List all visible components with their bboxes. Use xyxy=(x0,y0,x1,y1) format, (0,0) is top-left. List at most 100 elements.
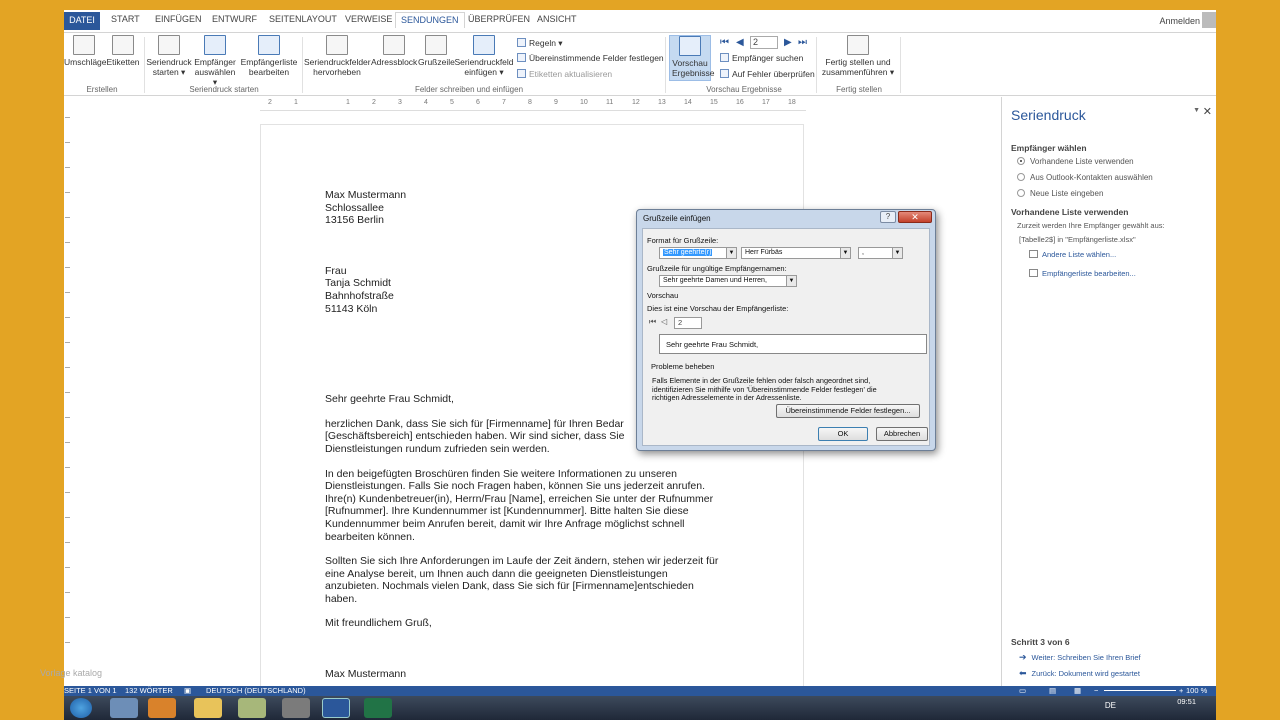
labels-button[interactable]: Etiketten xyxy=(106,35,140,67)
web-layout-icon[interactable]: ▦ xyxy=(1074,686,1081,695)
next-record-icon[interactable]: ▶ xyxy=(784,37,792,48)
edit-list-label-2: bearbeiten xyxy=(248,67,290,77)
tab-review[interactable]: ÜBERPRÜFEN xyxy=(468,14,530,24)
list-icon xyxy=(1029,250,1038,258)
radio-existing-list[interactable]: Vorhandene Liste verwenden xyxy=(1017,157,1134,166)
insert-merge-field-button[interactable]: Seriendruckfeld einfügen ▾ xyxy=(454,35,514,77)
folder-icon[interactable] xyxy=(194,698,222,718)
pane-close-icon[interactable]: ✕ xyxy=(1203,105,1212,118)
clock[interactable]: 09:51 xyxy=(1177,697,1196,706)
ruler-mark xyxy=(65,617,70,618)
dialog-close-button[interactable]: ✕ xyxy=(898,211,932,223)
tab-design[interactable]: ENTWURF xyxy=(212,14,257,24)
choose-other-list-link[interactable]: Andere Liste wählen... xyxy=(1029,250,1116,259)
ruler-mark xyxy=(65,467,70,468)
current-source-file: [Tabelle2$] in "Empfängerliste.xlsx" xyxy=(1019,235,1136,244)
previous-step-label: Zurück: Dokument wird gestartet xyxy=(1031,669,1140,678)
punctuation-select[interactable]: , ▼ xyxy=(858,247,903,259)
find-recipient-button[interactable]: Empfänger suchen xyxy=(720,53,803,63)
ruler-tick: 11 xyxy=(606,99,614,106)
update-labels-label: Etiketten aktualisieren xyxy=(529,69,613,79)
ruler-mark xyxy=(65,117,70,118)
update-labels-icon xyxy=(517,69,526,78)
page-count[interactable]: SEITE 1 VON 1 xyxy=(64,686,117,695)
tab-start[interactable]: START xyxy=(111,14,140,24)
preview-record-input[interactable]: 2 xyxy=(674,317,702,329)
app-icon[interactable] xyxy=(282,698,310,718)
greeting-line-button[interactable]: Grußzeile xyxy=(418,35,455,67)
match-fields-icon xyxy=(517,53,526,62)
radio-outlook-contacts[interactable]: Aus Outlook-Kontakten auswählen xyxy=(1017,173,1153,182)
match-fields-dialog-button[interactable]: Übereinstimmende Felder festlegen... xyxy=(776,404,920,418)
envelopes-label: Umschläge xyxy=(64,57,107,67)
edit-recipient-list-link[interactable]: Empfängerliste bearbeiten... xyxy=(1029,269,1136,278)
ruler-mark xyxy=(65,292,70,293)
read-mode-icon[interactable]: ▭ xyxy=(1019,686,1026,695)
first-record-icon[interactable]: ⏮ xyxy=(649,317,656,327)
tab-references[interactable]: VERWEISE xyxy=(345,14,392,24)
start-button-icon[interactable] xyxy=(70,698,92,718)
zoom-in-icon[interactable]: + xyxy=(1179,686,1183,695)
next-step-link[interactable]: ➔ Weiter: Schreiben Sie Ihren Brief xyxy=(1019,652,1141,663)
radio-new-label: Neue Liste eingeben xyxy=(1030,189,1104,198)
login-link[interactable]: Anmelden xyxy=(1159,16,1200,26)
start-merge-label-2: starten ▾ xyxy=(152,67,186,77)
record-number-input[interactable]: 2 xyxy=(750,36,778,49)
previous-step-link[interactable]: ⬅ Zurück: Dokument wird gestartet xyxy=(1019,668,1140,679)
divider xyxy=(302,37,303,93)
explorer-icon[interactable] xyxy=(110,698,138,718)
input-language[interactable]: DE xyxy=(1105,701,1116,710)
print-layout-icon[interactable]: ▤ xyxy=(1049,686,1056,695)
previous-record-icon[interactable]: ◀ xyxy=(736,37,744,48)
preview-results-button[interactable]: Vorschau Ergebnisse xyxy=(669,35,715,81)
tab-mailings[interactable]: SENDUNGEN xyxy=(395,12,465,28)
group-start-label: Seriendruck starten xyxy=(189,85,259,94)
address-block-button[interactable]: Adressblock xyxy=(371,35,417,67)
highlight-fields-button[interactable]: Seriendruckfelder hervorheben xyxy=(304,35,371,77)
rules-button[interactable]: Regeln ▾ xyxy=(517,38,563,49)
ruler-tick: 1 xyxy=(346,99,350,106)
finish-merge-button[interactable]: Fertig stellen und zusammenführen ▾ xyxy=(820,35,896,77)
name-format-select[interactable]: Herr Fürbäs ▼ xyxy=(741,247,851,259)
word-count[interactable]: 132 WÖRTER xyxy=(125,686,173,695)
tab-file[interactable]: DATEI xyxy=(64,12,100,30)
zoom-level[interactable]: 100 % xyxy=(1186,686,1207,695)
cancel-button[interactable]: Abbrechen xyxy=(876,427,928,441)
insert-field-icon xyxy=(473,35,495,55)
zoom-slider[interactable] xyxy=(1104,690,1176,691)
radio-new-list[interactable]: Neue Liste eingeben xyxy=(1017,189,1103,198)
ok-button[interactable]: OK xyxy=(818,427,868,441)
horizontal-ruler[interactable]: 2 1 1 2 3 4 5 6 7 8 9 10 11 12 13 14 15 16 17 18 xyxy=(260,97,806,111)
language-status[interactable]: DEUTSCH (DEUTSCHLAND) xyxy=(206,686,306,695)
salutation-select[interactable]: Sehr geehrte(r) ▼ xyxy=(659,247,737,259)
last-record-icon[interactable]: ⏭ xyxy=(798,37,807,48)
tab-layout[interactable]: SEITENLAYOUT xyxy=(269,14,337,24)
excel-icon[interactable] xyxy=(364,698,392,718)
proofing-icon[interactable]: ▣ xyxy=(184,686,191,695)
radio-selected-icon xyxy=(1017,157,1025,165)
word-icon[interactable] xyxy=(322,698,350,718)
pane-options-icon[interactable]: ▼ xyxy=(1193,107,1200,114)
envelopes-button[interactable]: Umschläge xyxy=(64,35,107,67)
tab-view[interactable]: ANSICHT xyxy=(537,14,577,24)
app-icon[interactable] xyxy=(238,698,266,718)
tab-insert[interactable]: EINFÜGEN xyxy=(155,14,202,24)
address-block-icon xyxy=(383,35,405,55)
match-fields-button[interactable]: Übereinstimmende Felder festlegen xyxy=(517,53,664,63)
start-merge-button[interactable]: Seriendruck starten ▾ xyxy=(146,35,192,77)
troubleshoot-header: Probleme beheben xyxy=(651,362,715,371)
ruler-mark xyxy=(65,392,70,393)
help-button[interactable]: ? xyxy=(880,211,896,223)
invalid-names-select[interactable]: Sehr geehrte Damen und Herren, ▼ xyxy=(659,275,797,287)
first-record-icon[interactable]: ⏮ xyxy=(720,37,729,48)
avatar xyxy=(1202,12,1216,28)
salutation-value: Sehr geehrte(r) xyxy=(663,249,713,256)
update-labels-button[interactable]: Etiketten aktualisieren xyxy=(517,69,612,79)
check-errors-button[interactable]: Auf Fehler überprüfen xyxy=(720,69,815,79)
firefox-icon[interactable] xyxy=(148,698,176,718)
previous-record-icon[interactable]: ◁ xyxy=(661,317,667,326)
edit-recipient-list-button[interactable]: Empfängerliste bearbeiten xyxy=(239,35,299,77)
ruler-tick: 5 xyxy=(450,99,454,106)
zoom-out-icon[interactable]: − xyxy=(1094,686,1098,695)
select-recipients-button[interactable]: Empfänger auswählen ▾ xyxy=(192,35,238,87)
